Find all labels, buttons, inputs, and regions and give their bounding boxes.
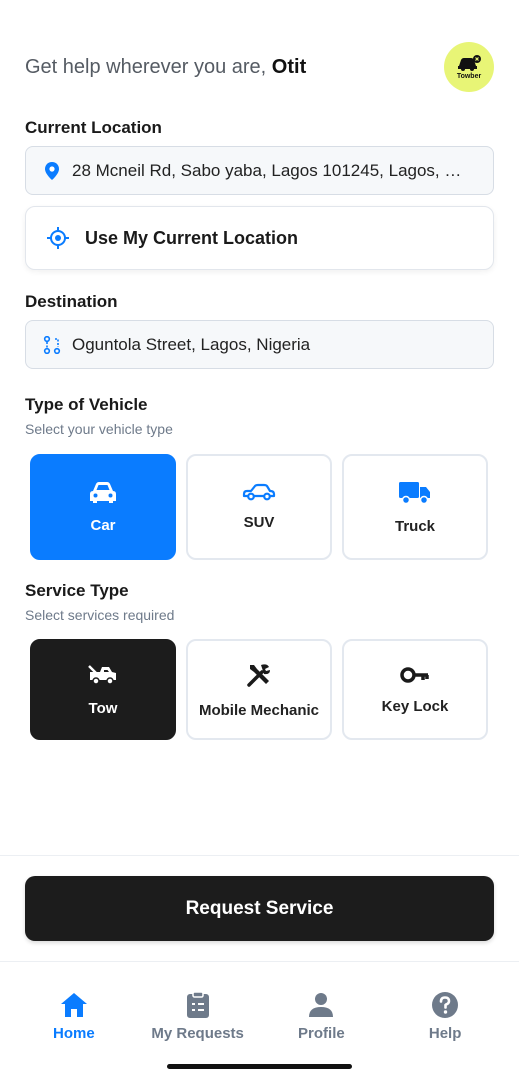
vehicle-option-label: Car bbox=[90, 517, 116, 534]
destination-field[interactable]: Oguntola Street, Lagos, Nigeria bbox=[25, 320, 494, 369]
clipboard-icon bbox=[183, 990, 213, 1020]
home-indicator bbox=[167, 1064, 352, 1069]
vehicle-type-label: Type of Vehicle bbox=[25, 395, 148, 414]
destination-value: Oguntola Street, Lagos, Nigeria bbox=[72, 334, 311, 354]
nav-item-profile[interactable]: Profile bbox=[260, 990, 384, 1042]
service-option-label: Tow bbox=[88, 699, 118, 717]
current-location-label: Current Location bbox=[25, 118, 162, 137]
vehicle-option-suv[interactable]: SUV bbox=[186, 454, 332, 560]
greeting-prefix: Get help wherever you are, bbox=[25, 55, 272, 78]
service-type-sublabel: Select services required bbox=[25, 607, 175, 623]
logo-text: Towber bbox=[456, 73, 482, 80]
vehicle-type-sublabel: Select your vehicle type bbox=[25, 421, 173, 437]
tow-truck-icon bbox=[87, 663, 119, 692]
service-option-label: Mobile Mechanic bbox=[198, 701, 320, 719]
nav-label: Profile bbox=[298, 1025, 345, 1042]
vehicle-options: Car SUV Truck bbox=[30, 454, 488, 560]
nav-label: Help bbox=[428, 1025, 462, 1042]
use-current-location-label: Use My Current Location bbox=[85, 227, 299, 248]
route-icon bbox=[42, 335, 62, 355]
bottom-nav: Home My Requests Profile Help bbox=[12, 990, 507, 1042]
request-service-button[interactable]: Request Service bbox=[25, 876, 494, 941]
vehicle-option-car[interactable]: Car bbox=[30, 454, 176, 560]
service-option-label: Key Lock bbox=[381, 697, 449, 715]
nav-label: Home bbox=[53, 1025, 95, 1042]
car-icon bbox=[87, 480, 119, 509]
service-type-label: Service Type bbox=[25, 581, 129, 600]
nav-item-help[interactable]: Help bbox=[383, 990, 507, 1042]
truck-icon bbox=[398, 479, 432, 510]
user-name: Otit bbox=[271, 55, 307, 78]
vehicle-option-truck[interactable]: Truck bbox=[342, 454, 488, 560]
app-logo[interactable]: Towber bbox=[444, 42, 494, 92]
logo-car-icon bbox=[458, 55, 481, 71]
service-option-mobile-mechanic[interactable]: Mobile Mechanic bbox=[186, 639, 332, 740]
header: Get help wherever you are, Otit Towber bbox=[25, 42, 494, 92]
service-option-tow[interactable]: Tow bbox=[30, 639, 176, 740]
person-icon bbox=[306, 990, 336, 1020]
suv-icon bbox=[242, 483, 276, 506]
current-location-field[interactable]: 28 Mcneil Rd, Sabo yaba, Lagos 101245, L… bbox=[25, 146, 494, 195]
service-option-key-lock[interactable]: Key Lock bbox=[342, 639, 488, 740]
vehicle-option-label: Truck bbox=[394, 518, 436, 535]
service-options: Tow Mobile Mechanic Key Lock bbox=[30, 639, 488, 740]
nav-divider bbox=[0, 961, 519, 962]
home-icon bbox=[59, 990, 89, 1020]
nav-item-my-requests[interactable]: My Requests bbox=[136, 990, 260, 1042]
key-icon bbox=[400, 665, 430, 690]
tools-icon bbox=[245, 661, 273, 694]
crosshair-icon bbox=[46, 226, 70, 250]
help-icon bbox=[430, 990, 460, 1020]
destination-label: Destination bbox=[25, 292, 118, 311]
current-location-value: 28 Mcneil Rd, Sabo yaba, Lagos 101245, L… bbox=[72, 160, 472, 180]
nav-item-home[interactable]: Home bbox=[12, 990, 136, 1042]
use-current-location-button[interactable]: Use My Current Location bbox=[25, 206, 494, 270]
vehicle-option-label: SUV bbox=[243, 514, 275, 531]
nav-label: My Requests bbox=[151, 1025, 244, 1042]
map-pin-icon bbox=[42, 161, 62, 181]
greeting: Get help wherever you are, Otit bbox=[25, 56, 306, 79]
